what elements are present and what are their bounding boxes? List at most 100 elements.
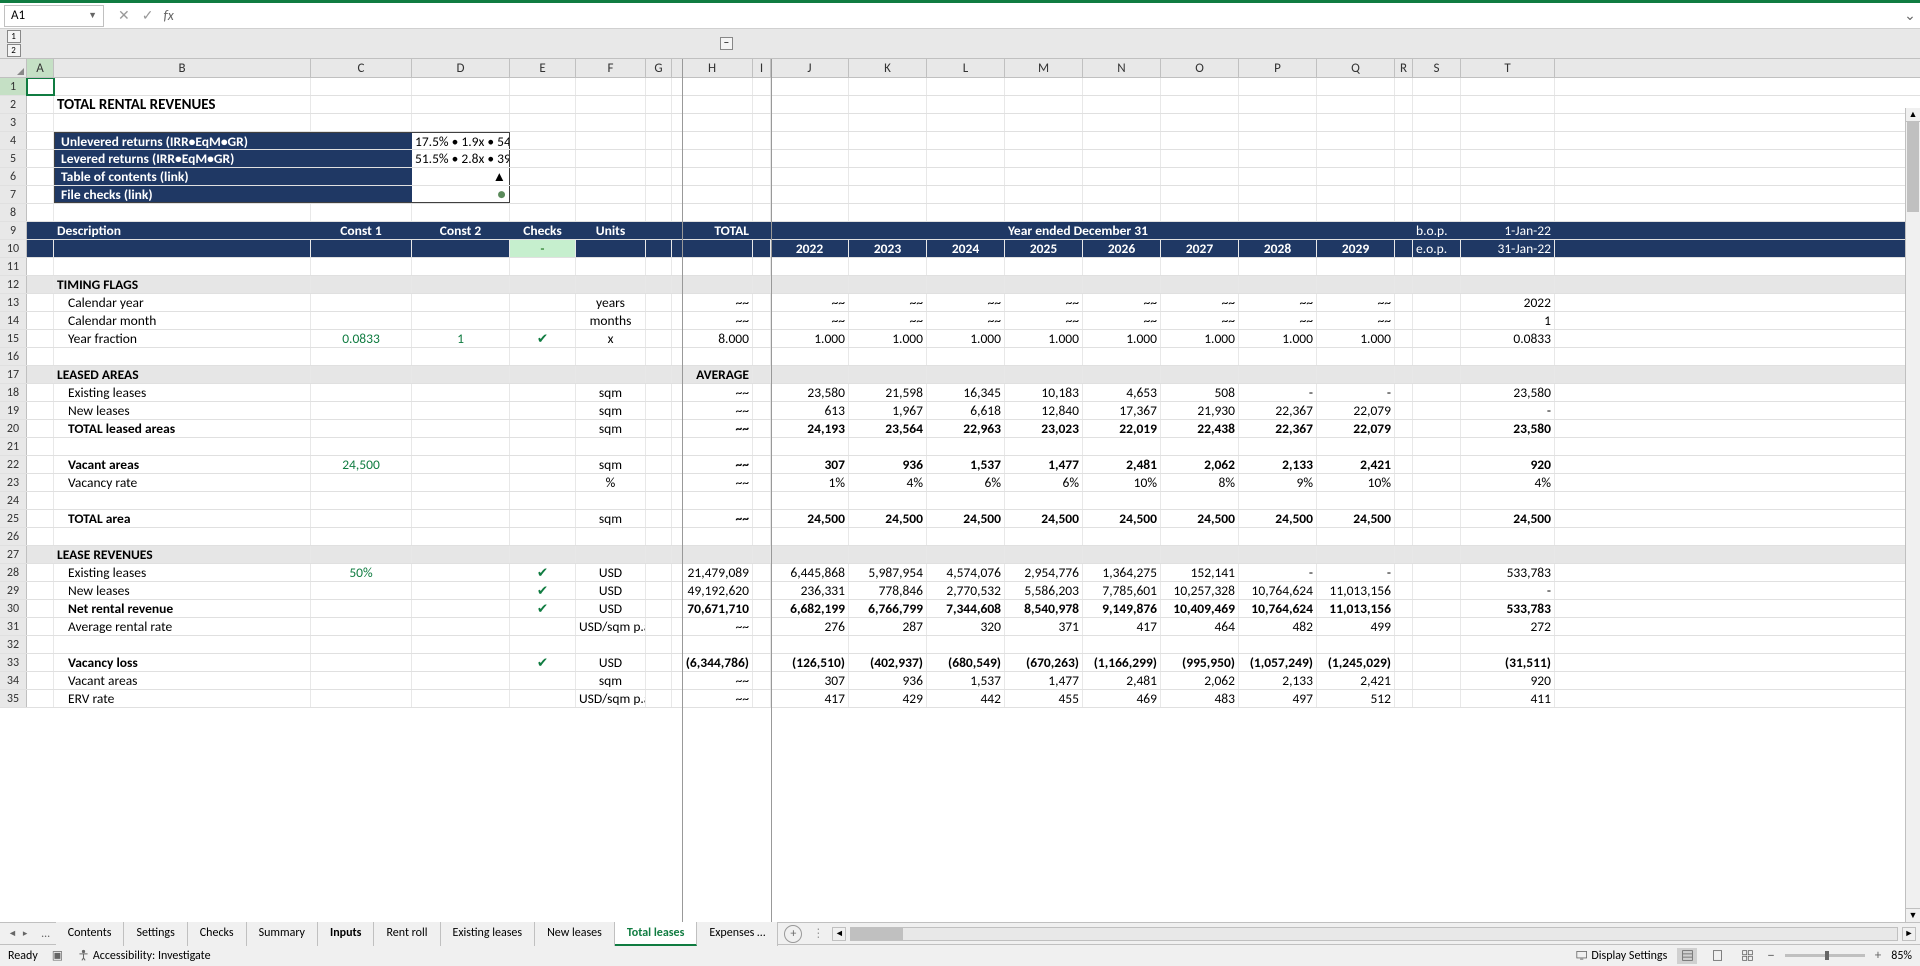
scroll-left-icon[interactable]: ◄ (832, 927, 846, 941)
row-header[interactable]: 31 (0, 618, 27, 635)
select-all-corner[interactable] (0, 59, 27, 77)
tab-nav-first-icon[interactable]: ◄ (6, 928, 19, 939)
row-header[interactable]: 9 (0, 222, 27, 239)
outline-row-level-2[interactable]: 2 (7, 44, 21, 57)
row-header[interactable]: 16 (0, 348, 27, 365)
view-page-break-icon[interactable] (1737, 948, 1757, 964)
col-header-D[interactable]: D (412, 59, 510, 77)
row-header[interactable]: 17 (0, 366, 27, 383)
fx-icon[interactable]: fx (163, 7, 173, 24)
view-normal-icon[interactable] (1677, 948, 1697, 964)
row-header[interactable]: 6 (0, 168, 27, 185)
col-header-J[interactable]: J (771, 59, 849, 77)
col-header-B[interactable]: B (54, 59, 311, 77)
zoom-in-button[interactable]: + (1875, 948, 1881, 963)
row-header[interactable]: 4 (0, 132, 27, 149)
sheet-tab-checks[interactable]: Checks (188, 922, 247, 946)
scroll-up-icon[interactable]: ▲ (1906, 108, 1920, 122)
spreadsheet-grid[interactable]: ABCDEFGHIJKLMNOPQRST 12TOTAL RENTAL REVE… (0, 59, 1920, 922)
row-header[interactable]: 27 (0, 546, 27, 563)
view-page-layout-icon[interactable] (1707, 948, 1727, 964)
zoom-out-button[interactable]: − (1767, 947, 1774, 965)
formula-input[interactable] (180, 5, 1900, 27)
row-header[interactable]: 14 (0, 312, 27, 329)
row-header[interactable]: 10 (0, 240, 27, 257)
row-header[interactable]: 30 (0, 600, 27, 617)
row-header[interactable]: 29 (0, 582, 27, 599)
macro-record-icon[interactable]: ▣ (52, 948, 63, 963)
zoom-slider[interactable] (1785, 954, 1865, 957)
expand-formula-icon[interactable]: ⌄ (1900, 7, 1920, 24)
col-header-S[interactable]: S (1413, 59, 1461, 77)
sheet-tab-total-leases[interactable]: Total leases (615, 922, 698, 946)
row-header[interactable]: 28 (0, 564, 27, 581)
col-header-F[interactable]: F (576, 59, 646, 77)
col-header-M[interactable]: M (1005, 59, 1083, 77)
horizontal-scrollbar[interactable]: ◄ ► (828, 927, 1920, 941)
row-header[interactable]: 24 (0, 492, 27, 509)
sheet-tab-settings[interactable]: Settings (124, 922, 187, 946)
row-header[interactable]: 34 (0, 672, 27, 689)
row-header[interactable]: 2 (0, 96, 27, 113)
col-header-C[interactable]: C (311, 59, 412, 77)
row-header[interactable]: 21 (0, 438, 27, 455)
name-box[interactable]: A1 ▼ (4, 5, 104, 27)
row-header[interactable]: 18 (0, 384, 27, 401)
row-header[interactable]: 20 (0, 420, 27, 437)
row-header[interactable]: 8 (0, 204, 27, 221)
sheet-tab-contents[interactable]: Contents (56, 922, 125, 946)
row-header[interactable]: 3 (0, 114, 27, 131)
display-settings-button[interactable]: Display Settings (1576, 949, 1668, 963)
col-header-R[interactable]: R (1395, 59, 1413, 77)
sheet-tab-new-leases[interactable]: New leases (535, 922, 615, 946)
col-header-I[interactable]: I (753, 59, 771, 77)
row-header[interactable]: 12 (0, 276, 27, 293)
row-header[interactable]: 32 (0, 636, 27, 653)
scroll-thumb[interactable] (1907, 122, 1919, 212)
row-header[interactable]: 23 (0, 474, 27, 491)
outline-collapse-icon[interactable]: − (720, 37, 733, 50)
row-header[interactable]: 35 (0, 690, 27, 707)
col-header-Q[interactable]: Q (1317, 59, 1395, 77)
zoom-level[interactable]: 85% (1891, 949, 1912, 963)
row-header[interactable]: 11 (0, 258, 27, 275)
scroll-down-icon[interactable]: ▼ (1906, 908, 1920, 922)
column-headers[interactable]: ABCDEFGHIJKLMNOPQRST (0, 59, 1920, 78)
col-header-N[interactable]: N (1083, 59, 1161, 77)
const1-val: 24,500 (311, 456, 412, 473)
row-header[interactable]: 25 (0, 510, 27, 527)
row-header[interactable]: 15 (0, 330, 27, 347)
col-header-P[interactable]: P (1239, 59, 1317, 77)
row-header[interactable]: 26 (0, 528, 27, 545)
scroll-right-icon[interactable]: ► (1902, 927, 1916, 941)
row-header[interactable]: 7 (0, 186, 27, 203)
accessibility-status[interactable]: Accessibility: Investigate (77, 949, 210, 963)
cell-A1[interactable] (27, 78, 54, 95)
row-header[interactable]: 5 (0, 150, 27, 167)
col-header-E[interactable]: E (510, 59, 576, 77)
col-header-O[interactable]: O (1161, 59, 1239, 77)
row-header[interactable]: 1 (0, 78, 27, 95)
tab-overflow-icon[interactable]: … (35, 927, 55, 941)
add-sheet-button[interactable]: + (784, 925, 802, 943)
col-header-L[interactable]: L (927, 59, 1005, 77)
row-header[interactable]: 13 (0, 294, 27, 311)
outline-row-level-1[interactable]: 1 (7, 30, 21, 43)
col-header-G[interactable]: G (646, 59, 672, 77)
sheet-tab-existing-leases[interactable]: Existing leases (441, 922, 536, 946)
chevron-down-icon[interactable]: ▼ (88, 10, 97, 21)
vertical-scrollbar[interactable]: ▲ ▼ (1905, 108, 1920, 922)
col-header-A[interactable]: A (27, 59, 54, 77)
col-header-H[interactable]: H (672, 59, 753, 77)
sheet-tab-inputs[interactable]: Inputs (318, 922, 374, 946)
sheet-tab-rent-roll[interactable]: Rent roll (374, 922, 440, 946)
col-header-T[interactable]: T (1461, 59, 1555, 77)
sheet-tab-summary[interactable]: Summary (247, 922, 318, 946)
tab-nav-prev-icon[interactable]: ▸ (21, 928, 30, 939)
sheet-tab-expenses-[interactable]: Expenses … (697, 922, 778, 946)
row-header[interactable]: 19 (0, 402, 27, 419)
row-header[interactable]: 33 (0, 654, 27, 671)
row-header[interactable]: 22 (0, 456, 27, 473)
h-scroll-thumb[interactable] (851, 928, 903, 940)
col-header-K[interactable]: K (849, 59, 927, 77)
